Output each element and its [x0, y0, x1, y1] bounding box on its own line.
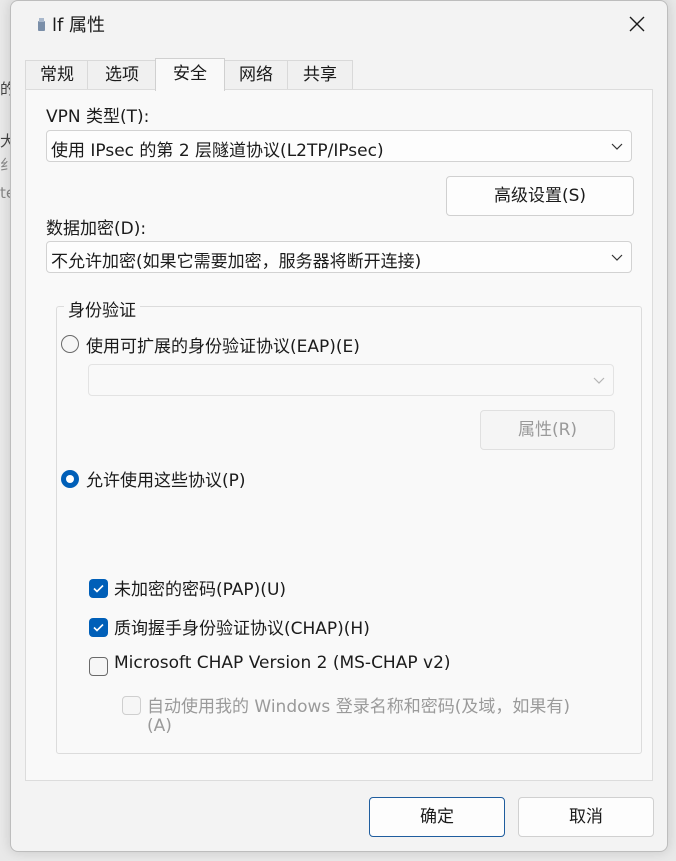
- encryption-select[interactable]: 不允许加密(如果它需要加密，服务器将断开连接): [46, 241, 632, 273]
- tab-sharing[interactable]: 共享: [287, 60, 353, 89]
- chevron-down-icon: [611, 254, 623, 261]
- encryption-label: 数据加密(D):: [46, 219, 147, 239]
- mschap-checkbox[interactable]: [89, 657, 108, 676]
- autologon-checkbox: [122, 696, 141, 715]
- allow-protocols-radio[interactable]: [61, 470, 79, 488]
- title-bar: lf 属性: [11, 1, 667, 47]
- eap-method-select: [88, 364, 614, 396]
- security-tab-panel: VPN 类型(T): 使用 IPsec 的第 2 层隧道协议(L2TP/IPse…: [25, 89, 653, 781]
- mschap-label[interactable]: Microsoft CHAP Version 2 (MS-CHAP v2): [114, 653, 451, 673]
- close-button[interactable]: [617, 7, 657, 41]
- allow-protocols-label[interactable]: 允许使用这些协议(P): [86, 466, 246, 491]
- checkmark-icon: [93, 584, 104, 593]
- chap-checkbox[interactable]: [89, 618, 108, 637]
- tab-options[interactable]: 选项: [87, 60, 157, 89]
- close-icon: [629, 16, 645, 32]
- tab-networking[interactable]: 网络: [223, 60, 289, 89]
- properties-dialog: lf 属性 常规 选项 安全 网络 共享 VPN 类型(T): 使用 IPsec…: [10, 0, 668, 852]
- chevron-down-icon: [611, 143, 623, 150]
- autologon-label: 自动使用我的 Windows 登录名称和密码(及域，如果有): [147, 697, 570, 717]
- network-connection-icon: [38, 18, 45, 31]
- advanced-settings-button[interactable]: 高级设置(S): [446, 176, 634, 216]
- eap-radio-label[interactable]: 使用可扩展的身份验证协议(EAP)(E): [86, 332, 360, 357]
- tab-security[interactable]: 安全: [155, 58, 225, 91]
- chap-label[interactable]: 质询握手身份验证协议(CHAP)(H): [114, 614, 370, 639]
- ok-button[interactable]: 确定: [369, 797, 505, 837]
- checkmark-icon: [93, 623, 104, 632]
- cancel-button[interactable]: 取消: [518, 797, 654, 837]
- autologon-label-suffix: (A): [147, 716, 172, 736]
- vpn-type-value: 使用 IPsec 的第 2 层隧道协议(L2TP/IPsec): [51, 141, 384, 161]
- window-title: lf 属性: [52, 15, 106, 36]
- eap-radio[interactable]: [61, 335, 79, 353]
- tab-general[interactable]: 常规: [25, 60, 89, 89]
- encryption-value: 不允许加密(如果它需要加密，服务器将断开连接): [51, 252, 422, 272]
- properties-button: 属性(R): [480, 410, 615, 450]
- pap-label[interactable]: 未加密的密码(PAP)(U): [114, 575, 286, 600]
- authentication-group-title: 身份验证: [64, 296, 140, 321]
- vpn-type-label: VPN 类型(T):: [46, 107, 150, 127]
- vpn-type-select[interactable]: 使用 IPsec 的第 2 层隧道协议(L2TP/IPsec): [46, 130, 632, 162]
- pap-checkbox[interactable]: [89, 579, 108, 598]
- chevron-down-icon: [593, 377, 605, 384]
